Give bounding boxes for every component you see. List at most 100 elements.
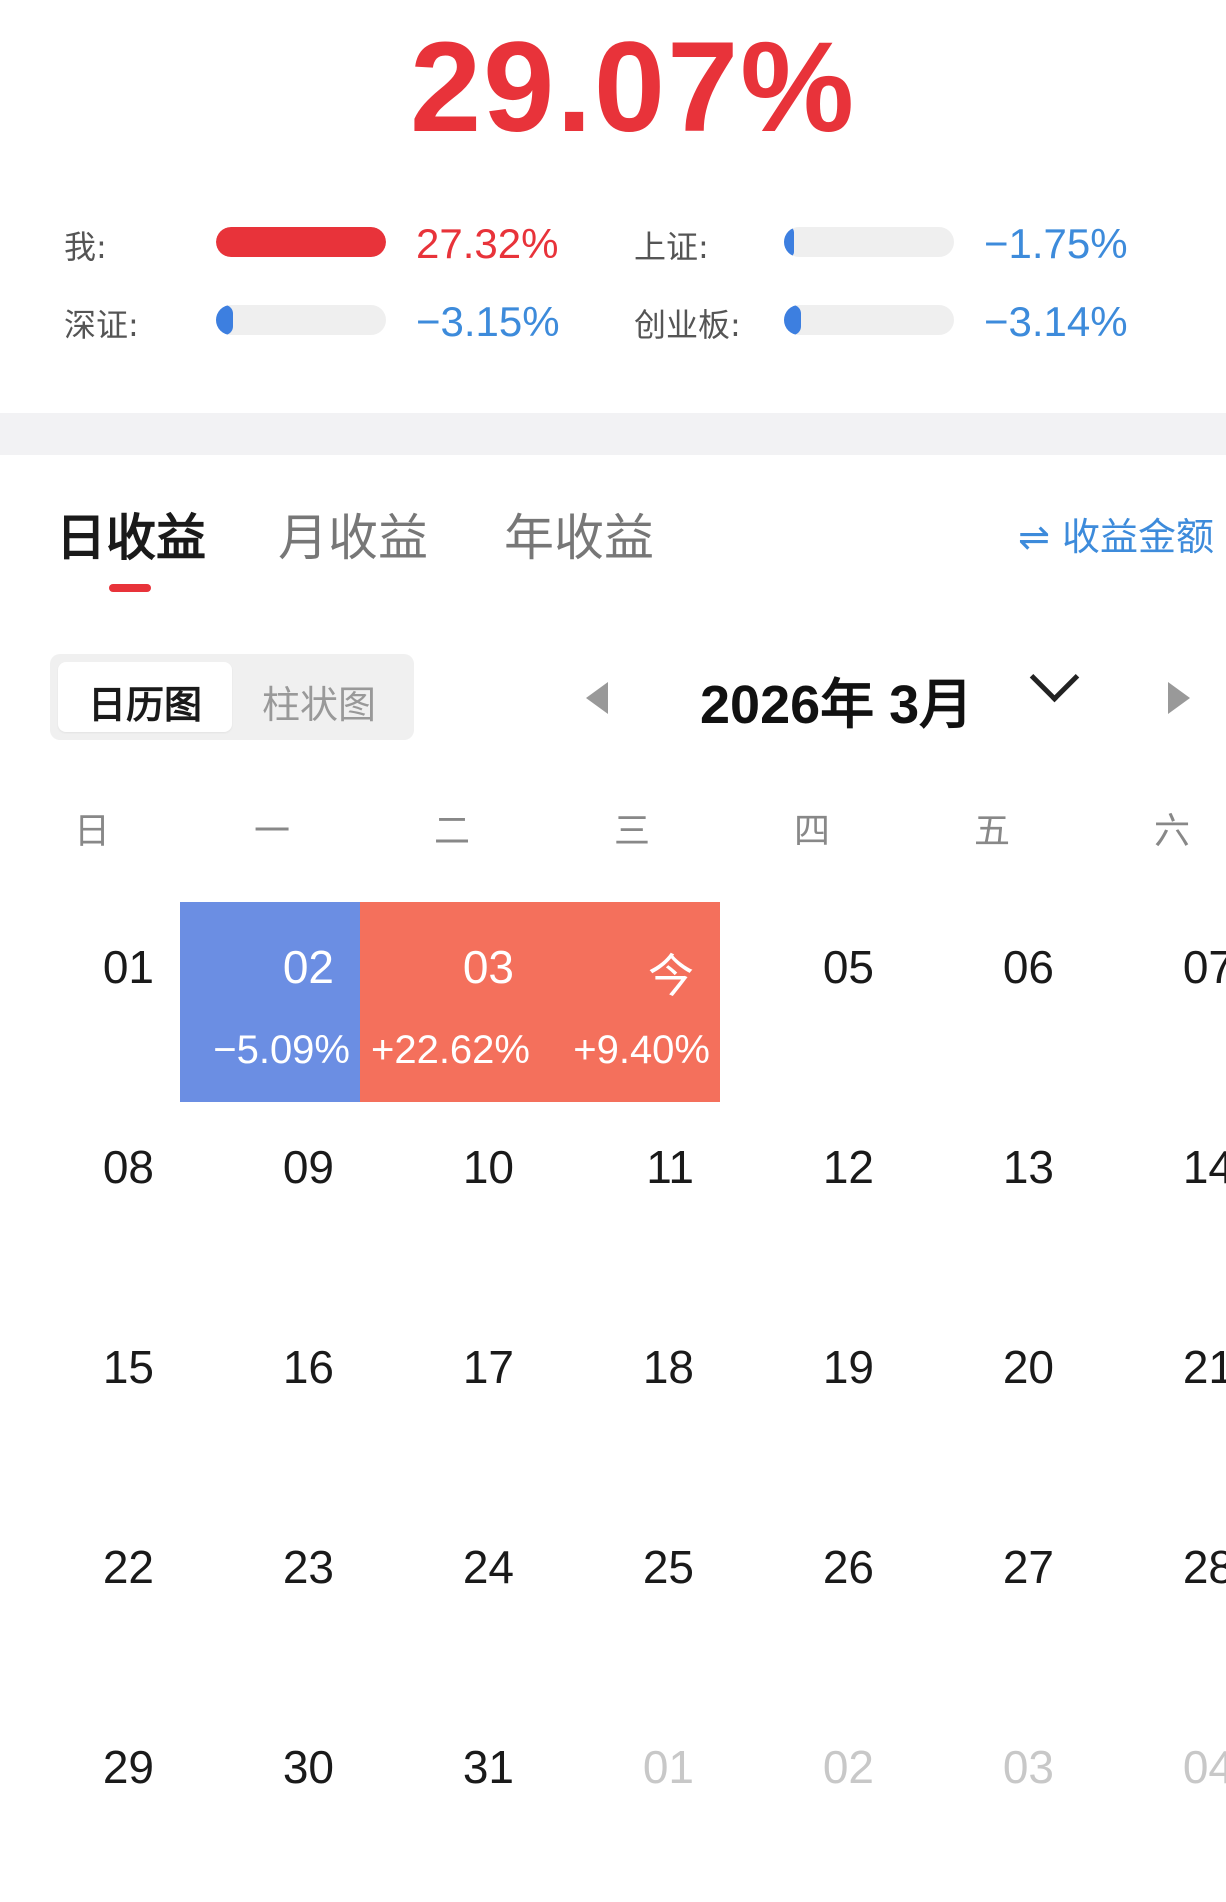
- calendar-day[interactable]: 03 +22.62%: [360, 902, 540, 1102]
- calendar-day[interactable]: 25: [540, 1502, 720, 1702]
- calendar-day-number: 02: [822, 1741, 874, 1793]
- calendar-day-number: 12: [822, 1141, 874, 1193]
- calendar-day[interactable]: 06: [900, 902, 1080, 1102]
- comparison-label-shenzhen: 深证:: [64, 306, 139, 344]
- weekday-tue: 二: [433, 811, 470, 852]
- calendar-day-number: 02: [282, 941, 334, 993]
- comparison-bar-fill-chinext: [784, 305, 801, 335]
- calendar-day-return: +9.40%: [573, 1028, 710, 1072]
- calendar-day[interactable]: 02: [720, 1702, 900, 1902]
- calendar-day[interactable]: 14: [1080, 1102, 1226, 1302]
- calendar-day[interactable]: 29: [0, 1702, 180, 1902]
- calendar-day-number: 05: [822, 941, 874, 993]
- calendar-day-number: 23: [282, 1541, 334, 1593]
- calendar-day[interactable]: 04: [1080, 1702, 1226, 1902]
- active-tab-indicator: [109, 584, 151, 592]
- calendar-day[interactable]: 20: [900, 1302, 1080, 1502]
- return-amount-toggle[interactable]: ⇌ 收益金额: [1018, 506, 1214, 561]
- comparison-value-me: 27.32%: [416, 220, 559, 267]
- calendar-day-number: 08: [102, 1141, 154, 1193]
- weekday-mon: 一: [253, 811, 290, 852]
- previous-month-icon[interactable]: [586, 682, 608, 714]
- calendar-day[interactable]: 08: [0, 1102, 180, 1302]
- calendar-day[interactable]: 05: [720, 902, 900, 1102]
- calendar-day-number: 28: [1182, 1541, 1226, 1593]
- calendar-day-number: 17: [462, 1341, 514, 1393]
- calendar-day[interactable]: 30: [180, 1702, 360, 1902]
- calendar-day[interactable]: 12: [720, 1102, 900, 1302]
- calendar-day-number: 04: [1182, 1741, 1226, 1793]
- section-divider: [0, 413, 1226, 455]
- calendar-day[interactable]: 今 +9.40%: [540, 902, 720, 1102]
- calendar-day-number: 18: [642, 1341, 694, 1393]
- calendar-day[interactable]: 01: [540, 1702, 720, 1902]
- calendar-day[interactable]: 26: [720, 1502, 900, 1702]
- calendar-day[interactable]: 24: [360, 1502, 540, 1702]
- weekday-thu: 四: [793, 811, 830, 852]
- calendar-day-number: 07: [1182, 941, 1226, 993]
- calendar-day[interactable]: 23: [180, 1502, 360, 1702]
- calendar-day-number: 14: [1182, 1141, 1226, 1193]
- calendar-day[interactable]: 17: [360, 1302, 540, 1502]
- month-title[interactable]: 2026年 3月: [700, 660, 973, 739]
- calendar-day-return: +22.62%: [370, 1028, 530, 1072]
- calendar-day-number: 15: [102, 1341, 154, 1393]
- calendar-day-number: 19: [822, 1341, 874, 1393]
- calendar-day-number: 25: [642, 1541, 694, 1593]
- comparison-bar-me: [216, 227, 386, 257]
- calendar-day[interactable]: 11: [540, 1102, 720, 1302]
- calendar-day-number: 今: [648, 950, 694, 1002]
- calendar-day[interactable]: 21: [1080, 1302, 1226, 1502]
- calendar-day[interactable]: 28: [1080, 1502, 1226, 1702]
- calendar-day[interactable]: 15: [0, 1302, 180, 1502]
- calendar-day-number: 11: [646, 1141, 694, 1193]
- calendar-day-number: 31: [462, 1741, 514, 1793]
- view-bar-chart-button[interactable]: 柱状图: [262, 674, 376, 729]
- calendar-grid: 01 02 −5.09% 03 +22.62% 今 +9.40% 05 06 07 08 09 10 11…: [0, 902, 1226, 1902]
- next-month-icon[interactable]: [1168, 682, 1190, 714]
- comparison-bar-chinext: [784, 305, 954, 335]
- calendar-day[interactable]: 18: [540, 1302, 720, 1502]
- calendar-day[interactable]: 09: [180, 1102, 360, 1302]
- calendar-day-number: 27: [1002, 1541, 1054, 1593]
- tab-daily-return[interactable]: 日收益: [56, 498, 206, 570]
- comparison-bar-fill-shenzhen: [216, 305, 233, 335]
- calendar-day[interactable]: 27: [900, 1502, 1080, 1702]
- calendar-day[interactable]: 22: [0, 1502, 180, 1702]
- calendar-day[interactable]: 16: [180, 1302, 360, 1502]
- comparison-value-shenzhen: −3.15%: [416, 298, 560, 345]
- weekday-sat: 六: [1153, 811, 1190, 852]
- calendar-day-number: 22: [102, 1541, 154, 1593]
- calendar-day-number: 01: [102, 941, 154, 993]
- calendar-day[interactable]: 02 −5.09%: [180, 902, 360, 1102]
- comparison-label-shanghai: 上证:: [634, 228, 709, 266]
- comparison-bar-shenzhen: [216, 305, 386, 335]
- calendar-day-number: 26: [822, 1541, 874, 1593]
- total-return-value: 29.07%: [409, 16, 857, 159]
- tab-yearly-return[interactable]: 年收益: [504, 498, 654, 570]
- weekday-fri: 五: [973, 811, 1010, 852]
- calendar-day-number: 21: [1182, 1341, 1226, 1393]
- calendar-day-number: 03: [462, 941, 514, 993]
- comparison-value-chinext: −3.14%: [984, 298, 1128, 345]
- comparison-bar-fill-me: [216, 227, 386, 257]
- calendar-day-number: 01: [642, 1741, 694, 1793]
- comparison-label-chinext: 创业板:: [634, 306, 741, 344]
- calendar-day-number: 09: [282, 1141, 334, 1193]
- calendar-day[interactable]: 19: [720, 1302, 900, 1502]
- tab-monthly-return[interactable]: 月收益: [278, 498, 428, 570]
- calendar-day[interactable]: 31: [360, 1702, 540, 1902]
- comparison-label-me: 我:: [64, 228, 107, 266]
- calendar-day[interactable]: 03: [900, 1702, 1080, 1902]
- view-calendar-button[interactable]: 日历图: [88, 674, 202, 729]
- calendar-day-number: 20: [1002, 1341, 1054, 1393]
- swap-icon: ⇌: [1018, 515, 1050, 559]
- calendar-day[interactable]: 13: [900, 1102, 1080, 1302]
- weekday-wed: 三: [613, 811, 650, 852]
- chevron-down-icon[interactable]: [1029, 652, 1080, 703]
- calendar-day[interactable]: 01: [0, 902, 180, 1102]
- calendar-day[interactable]: 07: [1080, 902, 1226, 1102]
- calendar-day[interactable]: 10: [360, 1102, 540, 1302]
- calendar-day-number: 06: [1002, 941, 1054, 993]
- weekday-sun: 日: [73, 811, 110, 852]
